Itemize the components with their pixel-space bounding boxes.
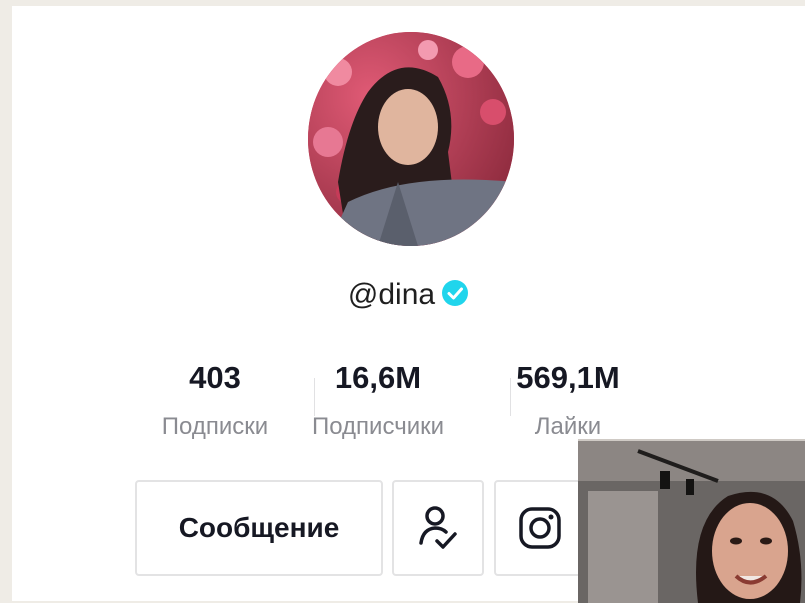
video-pip-overlay[interactable] xyxy=(578,439,805,603)
stat-followers[interactable]: 16,6M Подписчики xyxy=(278,359,478,441)
instagram-button[interactable] xyxy=(494,480,586,576)
stat-divider xyxy=(314,378,315,416)
instagram-icon xyxy=(519,507,561,549)
user-check-icon xyxy=(419,506,457,549)
stat-likes-label: Лайки xyxy=(534,413,602,440)
following-button[interactable] xyxy=(392,480,484,576)
username: @dina xyxy=(347,278,436,311)
stat-followers-value: 16,6M xyxy=(334,360,422,395)
username-row: @dina xyxy=(12,278,805,312)
stat-divider xyxy=(510,378,511,416)
verified-badge-icon xyxy=(442,280,469,306)
video-preview xyxy=(578,441,805,603)
profile-avatar[interactable] xyxy=(308,32,514,246)
profile-stats: 403 Подписки 16,6M Подписчики 569,1M Лай… xyxy=(132,359,712,449)
message-button[interactable]: Сообщение xyxy=(135,480,383,576)
avatar-photo xyxy=(308,32,514,246)
stat-followers-label: Подписчики xyxy=(311,413,445,440)
stat-likes-value: 569,1M xyxy=(516,360,620,395)
stat-likes: 569,1M Лайки xyxy=(468,359,668,441)
